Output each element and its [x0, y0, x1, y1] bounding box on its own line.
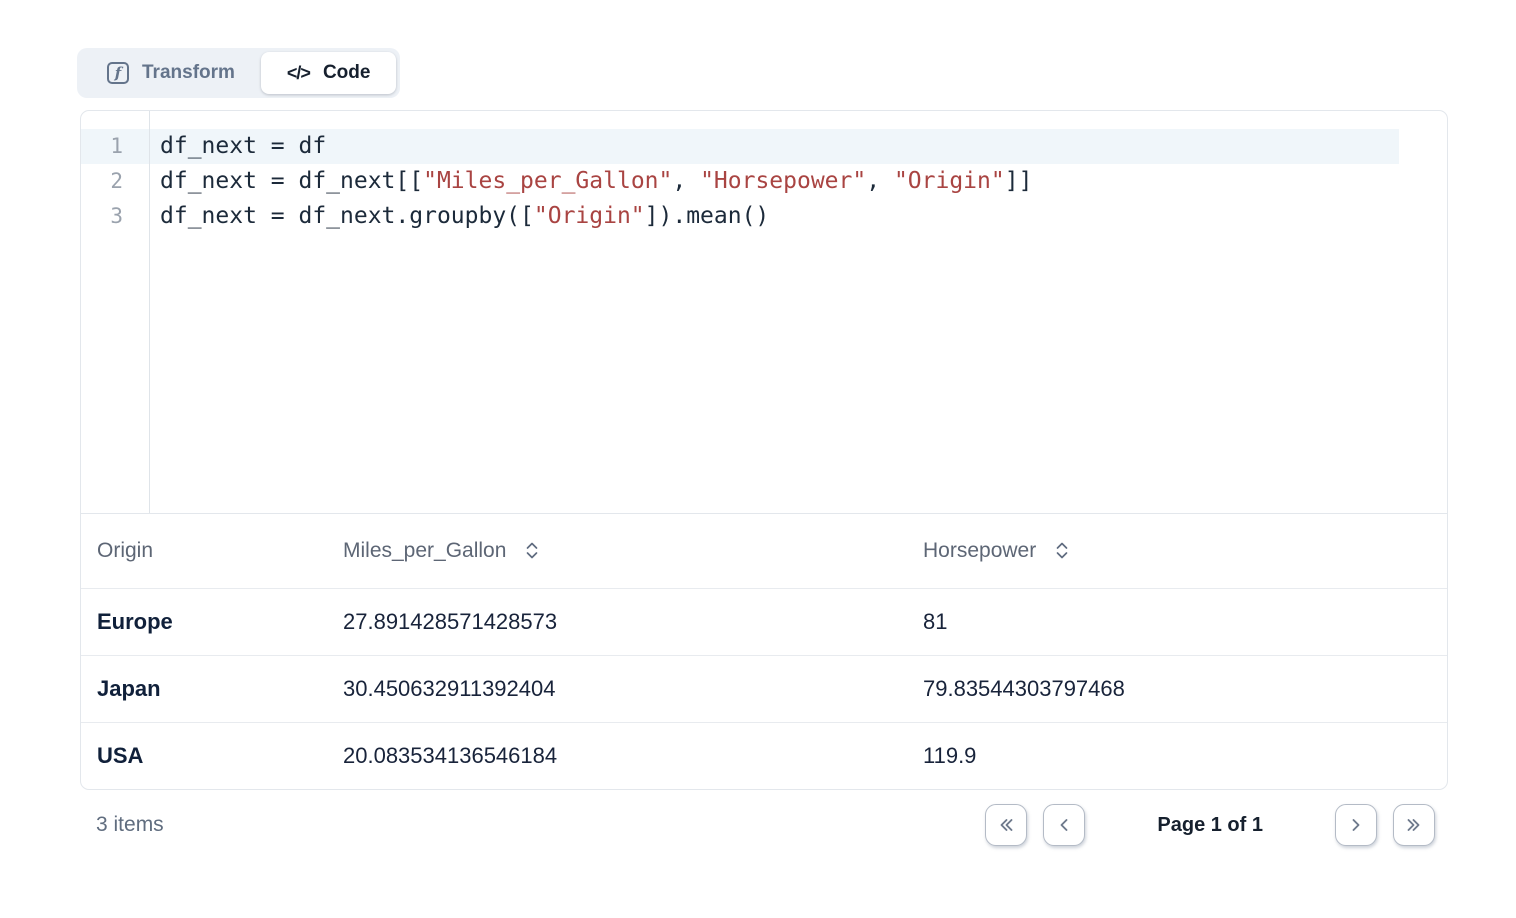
table-footer: 3 items Page 1 of 1	[80, 802, 1448, 848]
column-label: Origin	[97, 539, 153, 563]
view-tab-group: f Transform </> Code	[77, 48, 400, 98]
sort-icon[interactable]	[1053, 539, 1071, 562]
chevron-right-icon	[1345, 814, 1367, 836]
chevron-left-icon	[1053, 814, 1075, 836]
last-page-button[interactable]	[1393, 804, 1435, 846]
cell-origin: Japan	[81, 655, 327, 722]
tab-transform-label: Transform	[142, 62, 235, 84]
double-chevron-left-icon	[995, 814, 1017, 836]
page-indicator: Page 1 of 1	[1157, 814, 1263, 837]
cell-miles-per-gallon: 27.891428571428573	[327, 588, 907, 655]
prev-page-button[interactable]	[1043, 804, 1085, 846]
sort-icon[interactable]	[523, 539, 541, 562]
double-chevron-right-icon	[1403, 814, 1425, 836]
table-row: Europe27.89142857142857381	[81, 588, 1447, 655]
column-header-origin: Origin	[81, 514, 327, 588]
cell-horsepower: 81	[907, 588, 1447, 655]
code-text: df_next = df	[149, 129, 326, 164]
main-panel: 1df_next = df2df_next = df_next[["Miles_…	[80, 110, 1448, 790]
code-line-1[interactable]: 1df_next = df	[81, 129, 1399, 164]
tab-code[interactable]: </> Code	[261, 52, 397, 94]
cell-horsepower: 79.83544303797468	[907, 655, 1447, 722]
code-editor[interactable]: 1df_next = df2df_next = df_next[["Miles_…	[81, 111, 1447, 514]
code-line-3[interactable]: 3df_next = df_next.groupby(["Origin"]).m…	[81, 199, 1447, 234]
column-header-miles_per_gallon[interactable]: Miles_per_Gallon	[327, 514, 907, 588]
column-label: Horsepower	[923, 539, 1036, 563]
cell-origin: Europe	[81, 588, 327, 655]
line-number: 1	[81, 129, 149, 164]
cell-horsepower: 119.9	[907, 722, 1447, 789]
code-line-2[interactable]: 2df_next = df_next[["Miles_per_Gallon", …	[81, 164, 1447, 199]
column-header-horsepower[interactable]: Horsepower	[907, 514, 1447, 588]
first-page-button[interactable]	[985, 804, 1027, 846]
table-row: USA20.083534136546184119.9	[81, 722, 1447, 789]
table-row: Japan30.45063291139240479.83544303797468	[81, 655, 1447, 722]
code-text: df_next = df_next.groupby(["Origin"]).me…	[149, 199, 769, 234]
code-text: df_next = df_next[["Miles_per_Gallon", "…	[149, 164, 1032, 199]
function-icon: f	[107, 62, 129, 84]
code-icon: </>	[287, 63, 310, 84]
app-root: f Transform </> Code 1df_next = df2df_ne…	[0, 0, 1516, 918]
tab-code-label: Code	[323, 62, 371, 84]
line-number: 2	[81, 164, 149, 199]
cell-miles-per-gallon: 30.450632911392404	[327, 655, 907, 722]
table-header-row: Origin Miles_per_Gallon Horsepower	[81, 514, 1447, 588]
line-number: 3	[81, 199, 149, 234]
column-label: Miles_per_Gallon	[343, 539, 506, 563]
tab-transform[interactable]: f Transform	[81, 52, 261, 94]
pagination: Page 1 of 1	[985, 804, 1435, 846]
result-table: Origin Miles_per_Gallon Horsepower Europe2…	[81, 514, 1447, 789]
cell-miles-per-gallon: 20.083534136546184	[327, 722, 907, 789]
next-page-button[interactable]	[1335, 804, 1377, 846]
items-count: 3 items	[96, 813, 164, 837]
cell-origin: USA	[81, 722, 327, 789]
